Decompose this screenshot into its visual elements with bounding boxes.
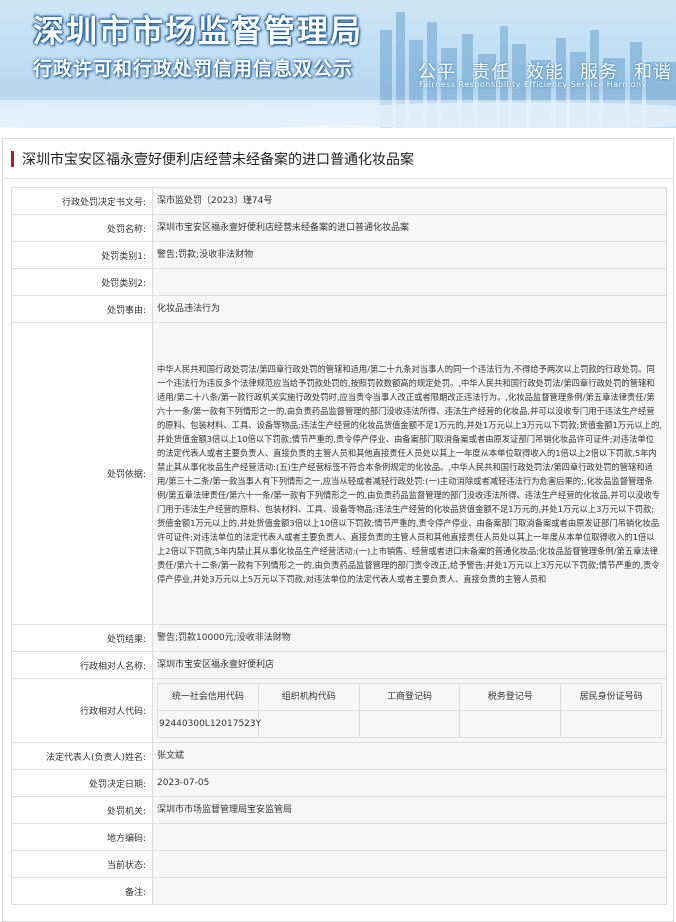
table-row: 地方编码: <box>11 823 667 851</box>
field-label: 备注: <box>11 877 153 905</box>
table-row: 行政相对人名称: 深圳市宝安区福永壹好便利店 <box>11 651 667 679</box>
result-value: 警告;罚款10000元;没收非法财物 <box>152 624 667 652</box>
decision-number-value: 深市监处罚〔2023〕瑾74号 <box>152 187 667 215</box>
table-row: 处罚类别2: <box>11 268 667 296</box>
reason-value: 化妆品违法行为 <box>152 295 667 323</box>
table-row: 处罚决定日期: 2023-07-05 <box>11 769 667 797</box>
category1-value: 警告;罚款;没收非法财物 <box>152 241 667 269</box>
field-label: 法定代表人(负责人)姓名: <box>11 742 153 770</box>
area-code-value <box>152 823 667 851</box>
page-title: 深圳市宝安区福永壹好便利店经营未经备案的进口普通化妆品案 <box>3 139 673 179</box>
field-label: 行政处罚决定书文号: <box>11 187 153 215</box>
category2-value <box>152 268 667 296</box>
field-label: 当前状态: <box>11 850 153 878</box>
case-name-value: 深圳市宝安区福永壹好便利店经营未经备案的进口普通化妆品案 <box>152 214 667 242</box>
table-row: 处罚依据: 中华人民共和国行政处罚法/第四章行政处罚的管辖和适用/第二十九条对当… <box>11 322 667 625</box>
field-label: 处罚名称: <box>11 214 153 242</box>
status-value <box>152 850 667 878</box>
field-label: 行政相对人代码: <box>11 678 153 743</box>
field-label: 处罚依据: <box>11 322 153 625</box>
party-code-cell: 统一社会信用代码 组织机构代码 工商登记码 税务登记号 居民身份证号码 9244… <box>152 678 667 743</box>
code-header: 统一社会信用代码 <box>157 683 259 711</box>
basis-value: 中华人民共和国行政处罚法/第四章行政处罚的管辖和适用/第二十九条对当事人的同一个… <box>152 322 667 625</box>
site-banner: 深圳市市场监督管理局 行政许可和行政处罚信用信息双公示 公平 责任 效能 服务 和谐 F… <box>0 0 676 128</box>
page-title-text: 深圳市宝安区福永壹好便利店经营未经备案的进口普通化妆品案 <box>22 151 414 168</box>
code-header: 居民身份证号码 <box>560 683 662 711</box>
tax-reg-value <box>459 710 562 738</box>
code-header: 组织机构代码 <box>257 683 360 711</box>
remark-value <box>152 877 667 905</box>
code-value-row: 92440300L12017523Y <box>157 710 662 738</box>
field-label: 地方编码: <box>11 823 153 851</box>
table-row: 处罚事由: 化妆品违法行为 <box>11 295 667 323</box>
table-row: 处罚机关: 深圳市市场监督管理局宝安监管局 <box>11 796 667 824</box>
penalty-info-table: 行政处罚决定书文号: 深市监处罚〔2023〕瑾74号 处罚名称: 深圳市宝安区福… <box>11 187 667 905</box>
field-label: 处罚类别2: <box>11 268 153 296</box>
field-label: 处罚机关: <box>11 796 153 824</box>
code-header: 工商登记码 <box>358 683 461 711</box>
party-code-table: 统一社会信用代码 组织机构代码 工商登记码 税务登记号 居民身份证号码 9244… <box>157 683 662 738</box>
field-label: 处罚事由: <box>11 295 153 323</box>
table-row: 法定代表人(负责人)姓名: 张文斌 <box>11 742 667 770</box>
code-header: 税务登记号 <box>459 683 562 711</box>
detail-panel: 深圳市宝安区福永壹好便利店经营未经备案的进口普通化妆品案 行政处罚决定书文号: … <box>2 138 674 922</box>
field-label: 处罚结果: <box>11 624 153 652</box>
table-row: 备注: <box>11 877 667 905</box>
slogan-english: Fairness Responsibility Efficiency Servi… <box>419 80 647 89</box>
field-label: 行政相对人名称: <box>11 651 153 679</box>
decision-date-value: 2023-07-05 <box>152 769 667 797</box>
legal-rep-value: 张文斌 <box>152 742 667 770</box>
credit-code-value: 92440300L12017523Y <box>157 710 261 738</box>
table-row: 行政处罚决定书文号: 深市监处罚〔2023〕瑾74号 <box>11 187 667 215</box>
table-row: 行政相对人代码: 统一社会信用代码 组织机构代码 工商登记码 税务登记号 居民身… <box>11 678 667 743</box>
field-label: 处罚类别1: <box>11 241 153 269</box>
field-label: 处罚决定日期: <box>11 769 153 797</box>
id-number-value <box>560 710 662 738</box>
site-subtitle: 行政许可和行政处罚信用信息双公示 <box>33 58 354 80</box>
table-row: 处罚结果: 警告;罚款10000元;没收非法财物 <box>11 624 667 652</box>
table-row: 处罚名称: 深圳市宝安区福永壹好便利店经营未经备案的进口普通化妆品案 <box>11 214 667 242</box>
business-reg-value <box>358 710 461 738</box>
code-header-row: 统一社会信用代码 组织机构代码 工商登记码 税务登记号 居民身份证号码 <box>157 683 662 711</box>
table-row: 当前状态: <box>11 850 667 878</box>
site-title: 深圳市市场监督管理局 <box>33 14 363 50</box>
title-accent-bar <box>11 150 14 167</box>
org-code-value <box>257 710 360 738</box>
authority-value: 深圳市市场监督管理局宝安监管局 <box>152 796 667 824</box>
table-row: 处罚类别1: 警告;罚款;没收非法财物 <box>11 241 667 269</box>
party-name-value: 深圳市宝安区福永壹好便利店 <box>152 651 667 679</box>
